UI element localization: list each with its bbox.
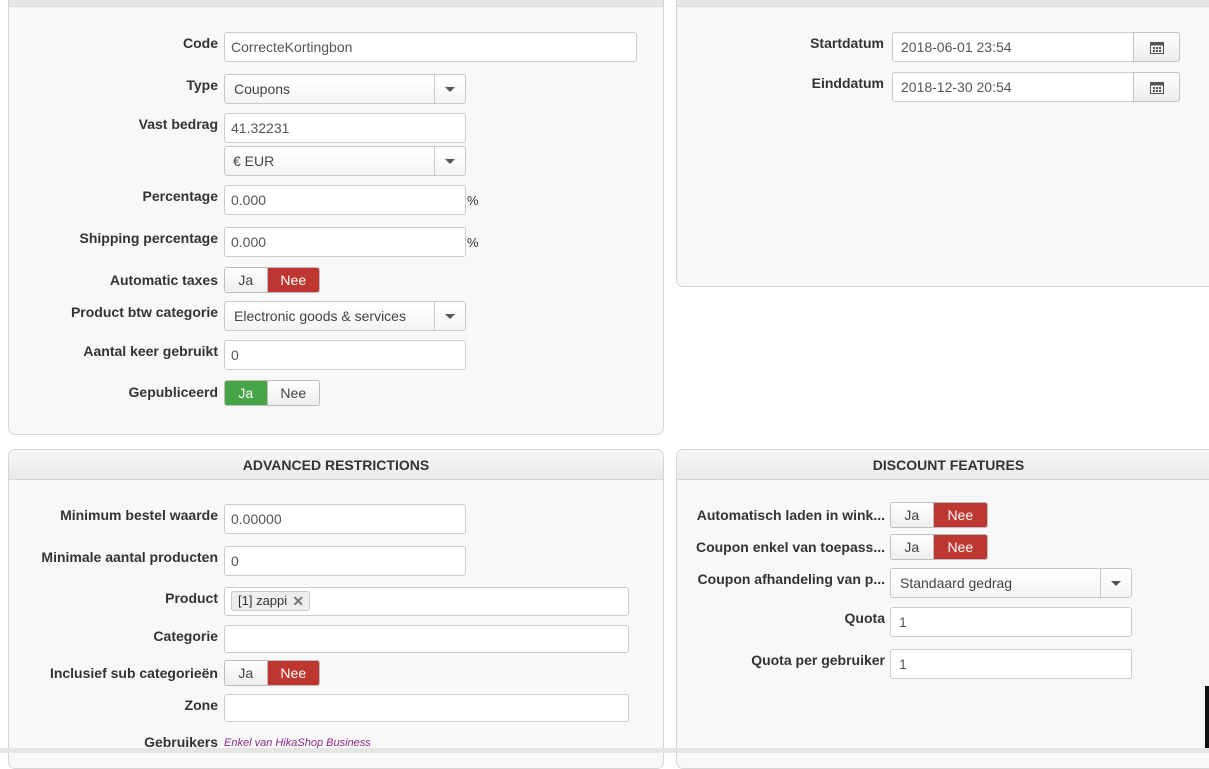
- quota-label: Quota: [844, 610, 885, 626]
- category-input[interactable]: [224, 625, 629, 653]
- zone-label: Zone: [184, 697, 218, 713]
- percentage-input[interactable]: 0.000: [224, 185, 466, 215]
- currency-select[interactable]: € EUR: [224, 146, 466, 176]
- product-tax-category-select[interactable]: Electronic goods & services: [224, 301, 466, 331]
- calendar-icon: [1150, 82, 1164, 94]
- page-bottom-strip: [0, 748, 1209, 753]
- panel-header: [677, 0, 1209, 7]
- chevron-down-icon: [434, 75, 465, 103]
- min-products-label: Minimale aantal producten: [41, 549, 218, 565]
- published-toggle[interactable]: Ja Nee: [224, 380, 320, 406]
- include-subcategories-no[interactable]: Nee: [267, 661, 319, 685]
- close-icon[interactable]: ✕: [292, 592, 304, 610]
- auto-load-cart-yes[interactable]: Ja: [891, 503, 934, 527]
- product-input[interactable]: [1] zappi ✕: [224, 587, 629, 616]
- shipping-percentage-input[interactable]: 0.000: [224, 227, 466, 257]
- published-label: Gepubliceerd: [128, 384, 218, 400]
- times-used-label: Aantal keer gebruikt: [83, 343, 218, 359]
- include-subcategories-toggle[interactable]: Ja Nee: [224, 660, 320, 686]
- coupon-handling-value: Standaard gedrag: [900, 575, 1013, 591]
- fixed-amount-label: Vast bedrag: [138, 116, 218, 132]
- product-label: Product: [165, 590, 218, 606]
- shipping-percentage-label: Shipping percentage: [79, 230, 218, 246]
- product-tax-category-label: Product btw categorie: [70, 304, 218, 320]
- min-products-input[interactable]: 0: [224, 546, 466, 576]
- category-label: Categorie: [153, 628, 218, 644]
- coupon-only-apply-toggle[interactable]: Ja Nee: [890, 534, 988, 560]
- coupon-only-apply-yes[interactable]: Ja: [891, 535, 934, 559]
- quota-per-user-input[interactable]: 1: [890, 649, 1132, 679]
- zone-input[interactable]: [224, 694, 629, 722]
- code-label: Code: [183, 35, 218, 51]
- panel-header: [9, 0, 663, 7]
- end-date-calendar-button[interactable]: [1133, 72, 1180, 102]
- auto-load-cart-label: Automatisch laden in wink...: [696, 507, 885, 523]
- min-order-value-label: Minimum bestel waarde: [60, 507, 218, 523]
- start-date-label: Startdatum: [810, 35, 884, 51]
- percentage-label: Percentage: [142, 188, 218, 204]
- start-date-calendar-button[interactable]: [1133, 32, 1180, 62]
- automatic-taxes-yes[interactable]: Ja: [225, 268, 268, 292]
- auto-load-cart-toggle[interactable]: Ja Nee: [890, 502, 988, 528]
- percentage-unit: %: [467, 193, 479, 208]
- code-input[interactable]: CorrecteKortingbon: [224, 32, 637, 62]
- start-date-input[interactable]: 2018-06-01 23:54: [892, 32, 1134, 62]
- fixed-amount-input[interactable]: 41.32231: [224, 113, 466, 143]
- type-select[interactable]: Coupons: [224, 74, 466, 104]
- product-tag-label: [1] zappi: [238, 593, 288, 608]
- include-subcategories-yes[interactable]: Ja: [225, 661, 268, 685]
- product-tag: [1] zappi ✕: [231, 591, 311, 611]
- include-subcategories-label: Inclusief sub categorieën: [49, 665, 218, 681]
- automatic-taxes-toggle[interactable]: Ja Nee: [224, 267, 320, 293]
- automatic-taxes-no[interactable]: Nee: [267, 268, 319, 292]
- type-select-value: Coupons: [234, 81, 291, 97]
- shipping-percentage-unit: %: [467, 235, 479, 250]
- chevron-down-icon: [434, 147, 465, 175]
- automatic-taxes-label: Automatic taxes: [109, 272, 218, 288]
- times-used-input[interactable]: 0: [224, 340, 466, 370]
- discount-features-title: DISCOUNT FEATURES: [677, 450, 1209, 480]
- coupon-only-apply-label: Coupon enkel van toepass...: [695, 539, 885, 555]
- window-edge: [1205, 686, 1209, 753]
- type-label: Type: [186, 77, 218, 93]
- advanced-restrictions-title: ADVANCED RESTRICTIONS: [9, 450, 663, 480]
- coupon-handling-label: Coupon afhandeling van p...: [697, 571, 885, 587]
- chevron-down-icon: [434, 302, 465, 330]
- end-date-label: Einddatum: [811, 75, 884, 91]
- coupon-handling-select[interactable]: Standaard gedrag: [890, 568, 1132, 598]
- quota-input[interactable]: 1: [890, 607, 1132, 637]
- coupon-only-apply-no[interactable]: Nee: [933, 535, 987, 559]
- auto-load-cart-no[interactable]: Nee: [933, 503, 987, 527]
- chevron-down-icon: [1100, 569, 1131, 597]
- published-no[interactable]: Nee: [267, 381, 319, 405]
- end-date-input[interactable]: 2018-12-30 20:54: [892, 72, 1134, 102]
- currency-select-value: € EUR: [233, 153, 275, 169]
- published-yes[interactable]: Ja: [225, 381, 268, 405]
- calendar-icon: [1150, 42, 1164, 54]
- min-order-value-input[interactable]: 0.00000: [224, 504, 466, 534]
- product-tax-category-value: Electronic goods & services: [234, 308, 406, 324]
- quota-per-user-label: Quota per gebruiker: [751, 652, 885, 668]
